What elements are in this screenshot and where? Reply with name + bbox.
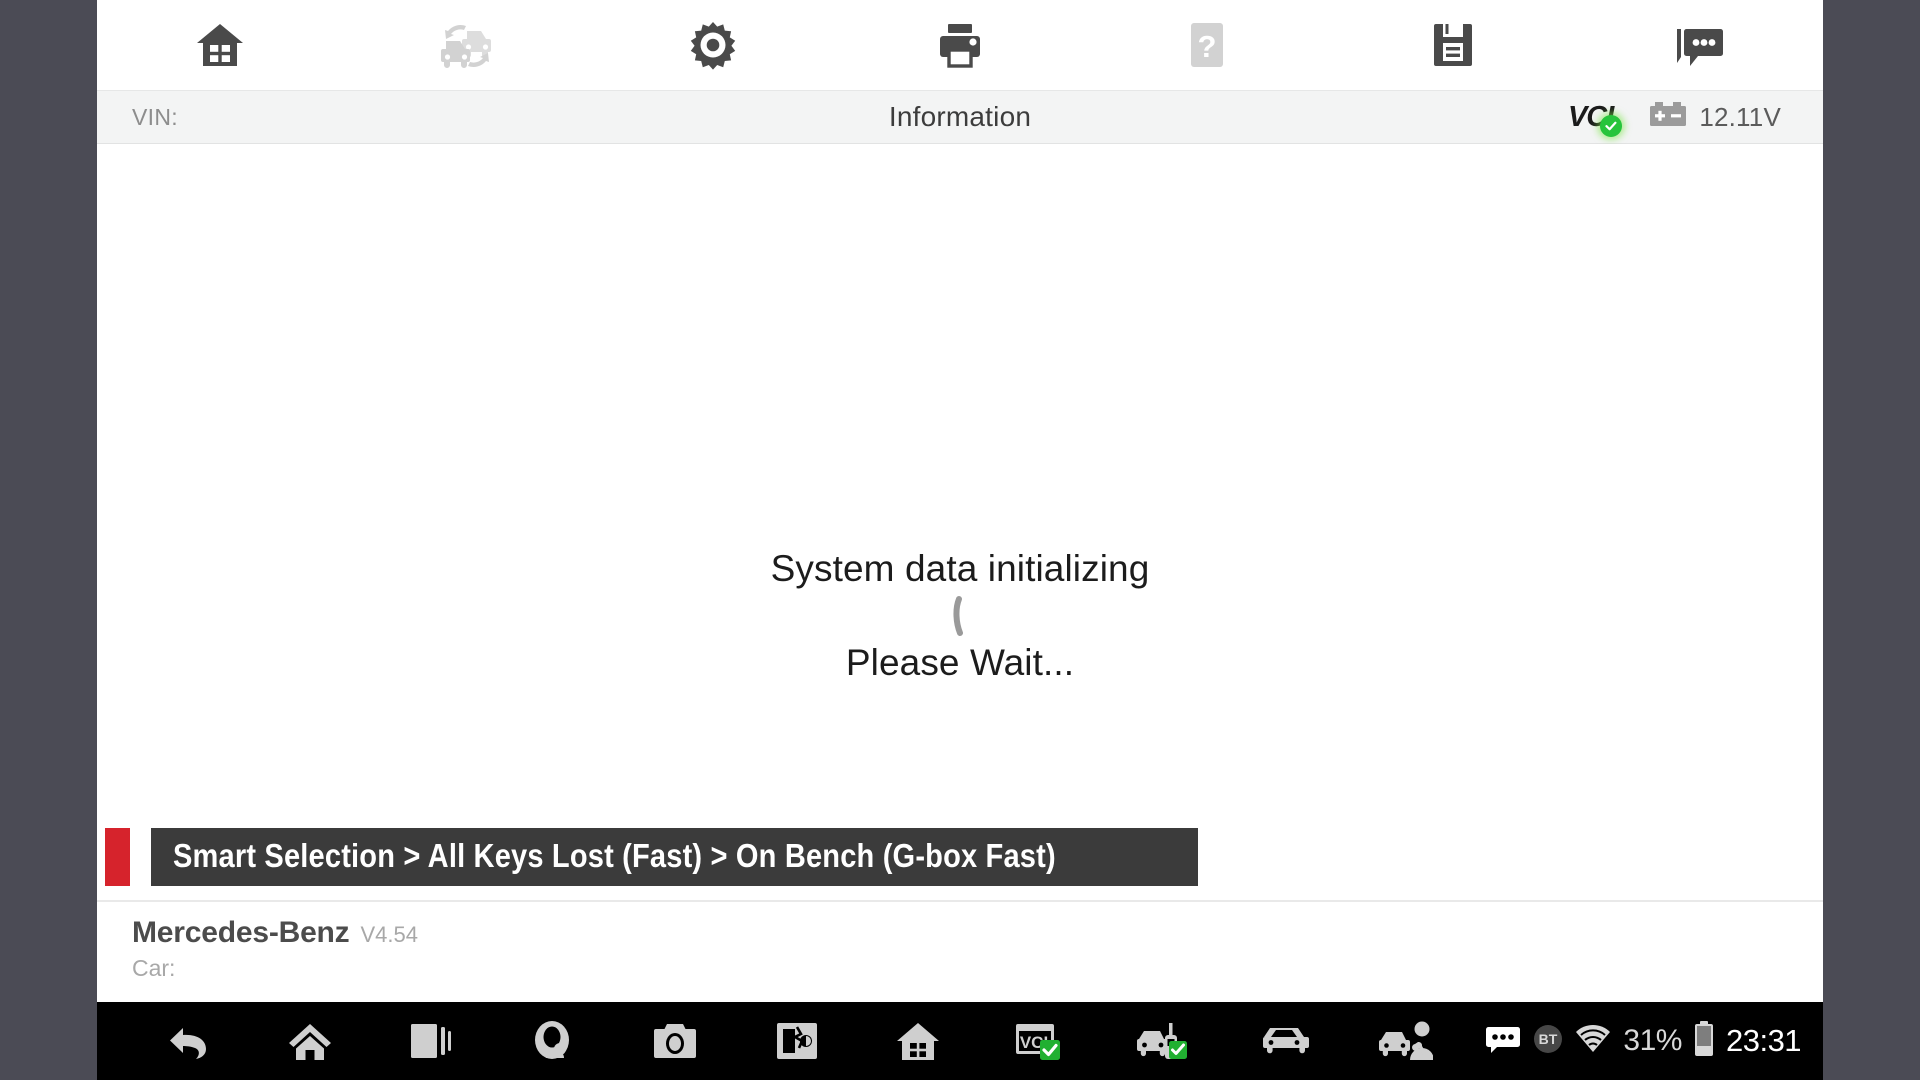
app-home-icon bbox=[895, 1019, 941, 1063]
vehicle-service-icon bbox=[1378, 1020, 1433, 1062]
toolbar-help-button[interactable]: ? bbox=[1083, 0, 1330, 90]
svg-text:?: ? bbox=[1197, 29, 1216, 64]
nav-vehicle-key-button[interactable] bbox=[1101, 1002, 1223, 1080]
breadcrumb-accent-bar bbox=[105, 828, 130, 886]
toolbar-save-button[interactable] bbox=[1330, 0, 1577, 90]
page-title: Information bbox=[888, 101, 1032, 132]
wifi-icon[interactable] bbox=[1574, 1024, 1612, 1059]
toolbar-print-button[interactable] bbox=[837, 0, 1084, 90]
vehicle-make: Mercedes-Benz bbox=[132, 916, 350, 949]
toolbar-home-button[interactable] bbox=[97, 0, 344, 90]
toolbar-settings-button[interactable] bbox=[590, 0, 837, 90]
nav-vehicle-service-button[interactable] bbox=[1345, 1002, 1467, 1080]
vin-info-bar: VIN: Information VCI 12.11V bbox=[97, 90, 1823, 144]
home-icon bbox=[287, 1019, 333, 1063]
nav-back-button[interactable] bbox=[127, 1002, 249, 1080]
vehicle-make-row: Mercedes-Benz V4.54 bbox=[132, 916, 1823, 950]
top-toolbar: ? bbox=[97, 0, 1823, 90]
screen-background: ? VIN: Information VCI 12.11V System dat… bbox=[0, 0, 1920, 1080]
nav-app-home-button[interactable] bbox=[858, 1002, 980, 1080]
loading-spinner-icon bbox=[97, 590, 1823, 642]
nav-camera-button[interactable] bbox=[614, 1002, 736, 1080]
nav-screenshot-button[interactable] bbox=[736, 1002, 858, 1080]
save-icon bbox=[1430, 19, 1476, 71]
main-stage: System data initializing Please Wait... … bbox=[97, 144, 1823, 900]
back-icon bbox=[166, 1019, 210, 1063]
battery-level-icon bbox=[1693, 1020, 1715, 1062]
nav-vci-status-button[interactable]: VCI bbox=[979, 1002, 1101, 1080]
vehicle-swap-icon bbox=[439, 19, 495, 71]
vehicle-software-version: V4.54 bbox=[360, 922, 418, 947]
vehicle-info-footer: Mercedes-Benz V4.54 Car: bbox=[97, 900, 1823, 1002]
printer-icon bbox=[936, 19, 984, 71]
tablet-content-area: ? VIN: Information VCI 12.11V System dat… bbox=[97, 0, 1823, 1080]
toolbar-vehicle-swap-button[interactable] bbox=[344, 0, 591, 90]
vehicle-icon bbox=[1258, 1023, 1310, 1059]
breadcrumb-text: Smart Selection > All Keys Lost (Fast) >… bbox=[173, 837, 1056, 874]
android-nav-bar: VCI BT 31% 23:31 bbox=[97, 1002, 1823, 1080]
home-icon bbox=[194, 19, 246, 71]
svg-text:BT: BT bbox=[1539, 1031, 1558, 1047]
breadcrumb-box[interactable]: Smart Selection > All Keys Lost (Fast) >… bbox=[151, 828, 1199, 886]
vehicle-key-icon bbox=[1135, 1019, 1189, 1063]
nav-status-cluster: BT 31% 23:31 bbox=[1466, 1020, 1809, 1062]
initializing-secondary-text: Please Wait... bbox=[845, 642, 1075, 683]
nav-vehicle-button[interactable] bbox=[1223, 1002, 1345, 1080]
nav-home-button[interactable] bbox=[249, 1002, 371, 1080]
vci-status-indicator[interactable]: VCI bbox=[1568, 101, 1623, 137]
feedback-icon bbox=[1674, 21, 1726, 69]
camera-icon bbox=[651, 1021, 699, 1061]
vci-connected-check-icon bbox=[1600, 114, 1623, 137]
cloud-user-icon bbox=[530, 1019, 576, 1063]
messages-icon[interactable] bbox=[1484, 1024, 1522, 1059]
breadcrumb: Smart Selection > All Keys Lost (Fast) >… bbox=[97, 828, 1199, 886]
clock: 23:31 bbox=[1725, 1023, 1802, 1058]
nav-cloud-account-button[interactable] bbox=[492, 1002, 614, 1080]
help-icon: ? bbox=[1187, 19, 1227, 71]
initializing-primary-text: System data initializing bbox=[770, 548, 1150, 589]
car-label: Car: bbox=[132, 955, 176, 981]
gear-icon bbox=[687, 19, 739, 71]
screenshot-icon bbox=[775, 1021, 819, 1061]
recents-icon bbox=[408, 1021, 454, 1061]
vci-status-icon: VCI bbox=[1014, 1020, 1066, 1062]
nav-recents-button[interactable] bbox=[371, 1002, 493, 1080]
bluetooth-icon[interactable]: BT bbox=[1533, 1024, 1563, 1059]
toolbar-feedback-button[interactable] bbox=[1576, 0, 1823, 90]
initializing-message: System data initializing Please Wait... bbox=[97, 548, 1823, 684]
battery-percent: 31% bbox=[1623, 1024, 1682, 1057]
